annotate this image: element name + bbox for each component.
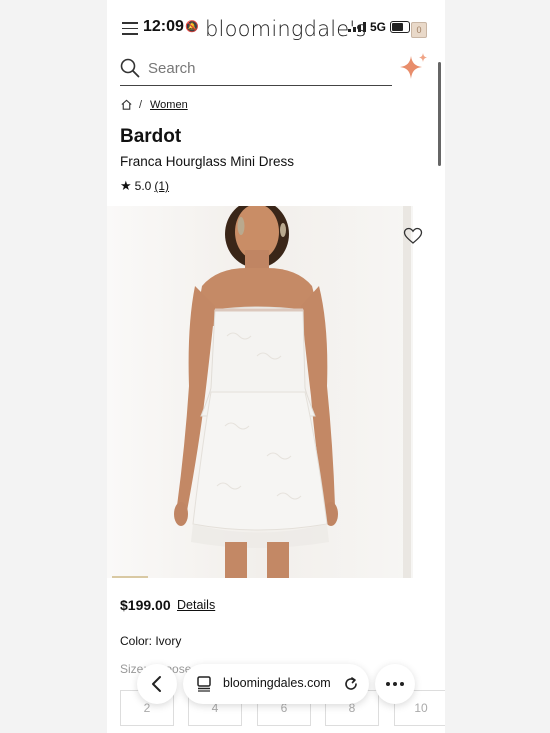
product-image[interactable]	[107, 206, 413, 578]
back-button[interactable]	[137, 664, 177, 704]
url-text[interactable]: bloomingdales.com	[223, 676, 331, 690]
heart-icon[interactable]	[403, 227, 423, 245]
browser-toolbar: bloomingdales.com	[137, 664, 415, 704]
status-time: 12:09	[143, 18, 184, 35]
product-name: Franca Hourglass Mini Dress	[120, 154, 295, 169]
sparkle-icon[interactable]	[399, 52, 429, 82]
back-arrow-icon	[152, 676, 161, 692]
bell-mute-icon: 🔕	[185, 21, 199, 33]
details-link[interactable]: Details	[177, 598, 215, 612]
review-count[interactable]: (1)	[154, 179, 169, 193]
more-button[interactable]	[375, 664, 415, 704]
search-bar[interactable]: Search	[120, 55, 392, 86]
scrollbar[interactable]	[438, 62, 441, 166]
tabs-icon[interactable]	[197, 676, 211, 692]
status-bar: 12:09 🔕 bloomingdale's 5G 0	[107, 14, 445, 42]
reload-icon[interactable]	[343, 676, 359, 692]
product-rating[interactable]: ★ 5.0 (1)	[120, 178, 169, 194]
home-icon[interactable]	[120, 98, 133, 111]
color-label: Color: Ivory	[120, 634, 182, 648]
signal-icon	[348, 22, 366, 32]
dress-photo	[174, 206, 338, 578]
more-icon	[386, 682, 404, 686]
hamburger-icon[interactable]	[122, 22, 138, 35]
battery-icon	[390, 21, 410, 33]
star-icon: ★	[120, 178, 132, 193]
address-bar[interactable]: bloomingdales.com	[183, 664, 369, 704]
site-logo[interactable]: bloomingdale's	[205, 17, 367, 41]
phone-screen: 12:09 🔕 bloomingdale's 5G 0 Search / Wom…	[107, 0, 445, 733]
breadcrumb-separator: /	[139, 99, 143, 111]
product-brand[interactable]: Bardot	[120, 126, 181, 148]
shopping-bag-icon[interactable]: 0	[411, 22, 427, 38]
rating-value: 5.0	[134, 179, 152, 193]
breadcrumb-link-women[interactable]: Women	[150, 99, 188, 111]
product-price: $199.00	[120, 597, 171, 613]
image-carousel-edge	[403, 206, 411, 578]
search-icon	[120, 58, 140, 78]
image-indicator	[112, 576, 148, 578]
search-input[interactable]: Search	[148, 60, 196, 77]
network-label: 5G	[370, 20, 387, 34]
